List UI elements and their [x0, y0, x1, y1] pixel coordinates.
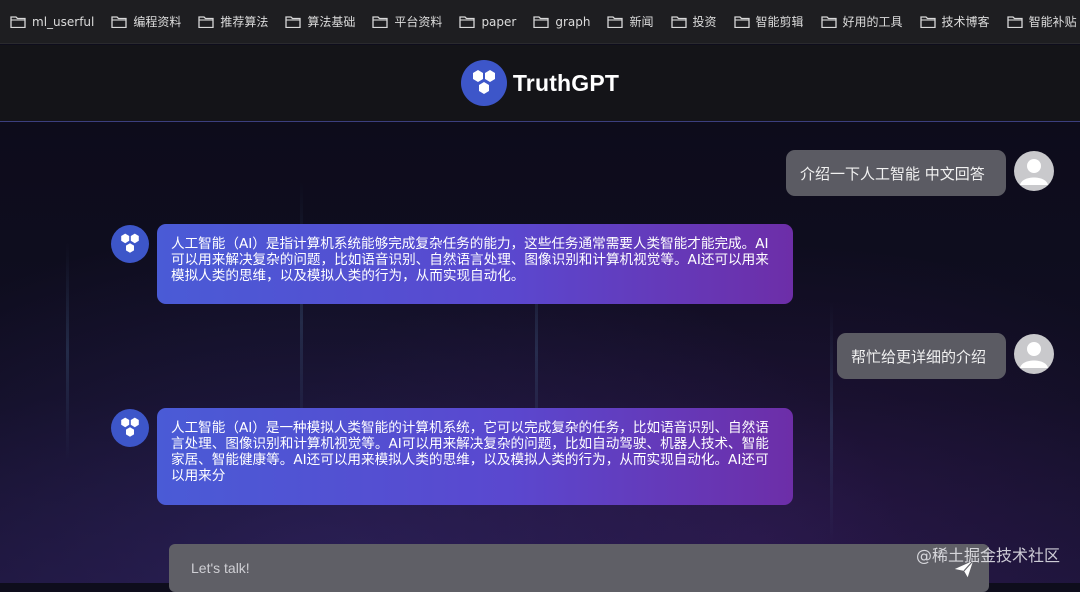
bookmark-graph[interactable]: graph — [533, 15, 590, 29]
bookmark-label: paper — [481, 14, 517, 29]
bookmark-label: 好用的工具 — [842, 15, 903, 29]
folder-icon — [459, 15, 476, 28]
bookmark-useful-tools[interactable]: 好用的工具 — [820, 13, 903, 30]
folder-icon — [1006, 15, 1023, 28]
bookmark-label: 算法基础 — [307, 15, 356, 29]
bookmark-tech-blog[interactable]: 技术博客 — [919, 13, 990, 30]
background-decoration — [830, 302, 833, 542]
bookmark-smart-editing[interactable]: 智能剪辑 — [733, 13, 804, 30]
bookmark-ml-userful[interactable]: ml_userful — [10, 15, 94, 29]
folder-icon — [533, 15, 549, 28]
app-header: TruthGPT — [0, 45, 1080, 122]
bot-avatar-icon — [111, 225, 149, 263]
folder-icon — [607, 15, 624, 28]
user-message: 帮忙给更详细的介绍 — [837, 333, 1006, 379]
bookmark-label: 技术博客 — [941, 15, 990, 29]
app-title: TruthGPT — [512, 69, 620, 96]
folder-icon — [820, 15, 837, 28]
folder-icon — [372, 15, 389, 28]
user-avatar-icon — [1014, 151, 1054, 191]
bookmark-programming[interactable]: 编程资料 — [111, 13, 181, 30]
bookmark-label: 智能补贴 — [1028, 15, 1077, 29]
bookmark-label: 平台资料 — [394, 15, 443, 29]
bookmark-algorithm-basics[interactable]: 算法基础 — [285, 13, 355, 30]
bot-message: 人工智能（AI）是一种模拟人类智能的计算机系统，它可以完成复杂的任务，比如语音识… — [157, 408, 793, 505]
bot-message: 人工智能（AI）是指计算机系统能够完成复杂任务的能力，这些任务通常需要人类智能才… — [157, 224, 793, 304]
folder-icon — [111, 15, 128, 28]
bookmark-label: 编程资料 — [133, 15, 182, 29]
user-message: 介绍一下人工智能 中文回答 — [786, 150, 1006, 196]
folder-icon — [285, 15, 302, 28]
bookmark-recommendation[interactable]: 推荐算法 — [198, 13, 268, 30]
bookmark-label: 投资 — [692, 15, 717, 29]
bookmarks-bar: ml_userful 编程资料 推荐算法 算法基础 平台资料 paper gra… — [0, 0, 1080, 44]
user-avatar-icon — [1014, 334, 1054, 374]
message-input[interactable] — [189, 559, 893, 577]
bot-avatar-icon — [111, 409, 149, 447]
bookmark-label: 新闻 — [629, 15, 654, 29]
bookmark-label: 推荐算法 — [220, 15, 269, 29]
watermark: @稀土掘金技术社区 — [915, 546, 1060, 565]
folder-icon — [733, 15, 750, 28]
bookmark-smart-subsidy[interactable]: 智能补贴 — [1006, 13, 1077, 30]
folder-icon — [198, 15, 215, 28]
folder-icon — [919, 15, 936, 28]
folder-icon — [670, 15, 687, 28]
bookmark-paper[interactable]: paper — [459, 15, 516, 29]
message-input-bar[interactable] — [169, 544, 989, 592]
background-decoration — [66, 242, 69, 462]
bookmark-label: graph — [555, 14, 591, 29]
bookmark-news[interactable]: 新闻 — [607, 13, 654, 30]
bookmark-label: 智能剪辑 — [755, 15, 804, 29]
bookmark-investment[interactable]: 投资 — [670, 13, 717, 30]
truthgpt-logo-icon — [460, 60, 507, 106]
chat-area[interactable]: 介绍一下人工智能 中文回答 人工智能（AI）是指计算机系统能够完成复杂任务的能力… — [0, 122, 1080, 583]
bookmark-label: ml_userful — [32, 14, 95, 29]
folder-icon — [10, 15, 26, 28]
bookmark-platform[interactable]: 平台资料 — [372, 13, 442, 30]
